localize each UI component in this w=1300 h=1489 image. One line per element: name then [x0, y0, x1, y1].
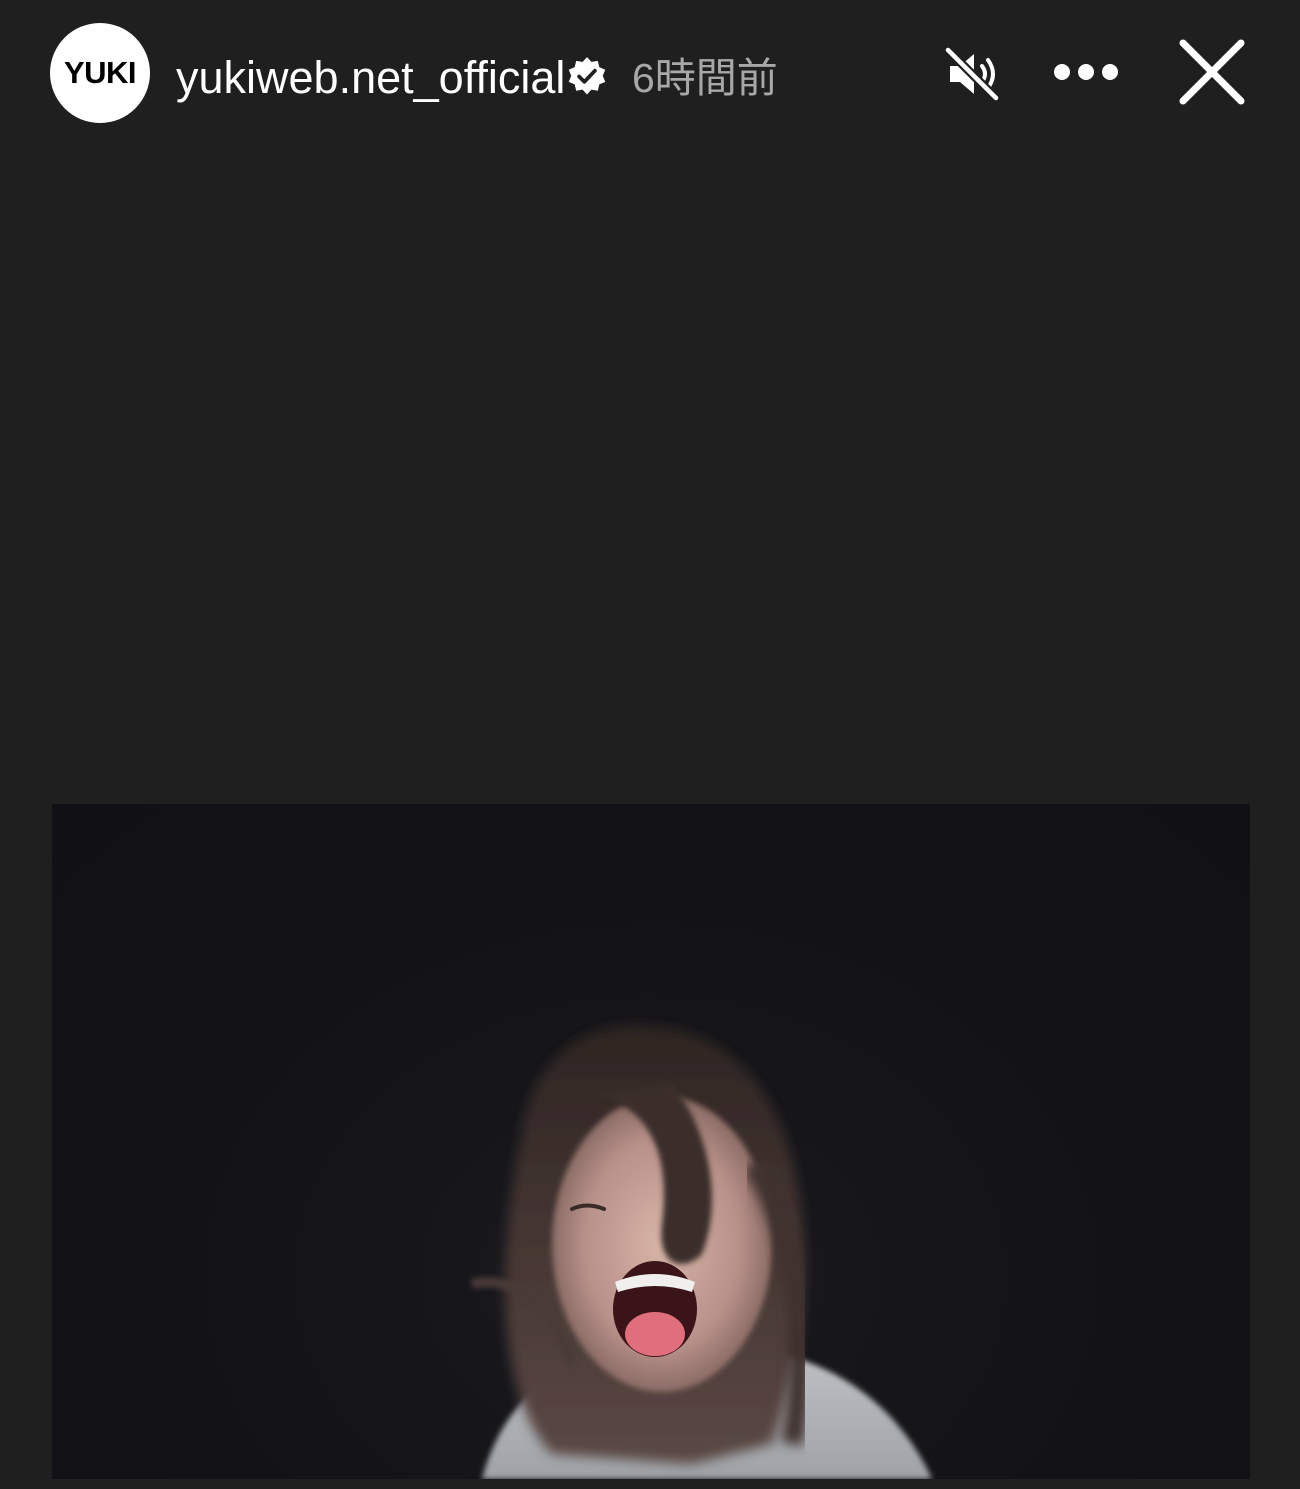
- story-video[interactable]: [52, 804, 1250, 1479]
- avatar[interactable]: YUKI: [50, 23, 150, 123]
- video-frame-person: [470, 1025, 932, 1479]
- story-viewer: YUKI yukiweb.net_official 6時間前: [0, 0, 1300, 1489]
- story-timestamp: 6時間前: [632, 55, 778, 101]
- story-header: YUKI yukiweb.net_official 6時間前: [0, 0, 1300, 150]
- more-horizontal-icon: [1051, 62, 1121, 87]
- speaker-muted-icon: [942, 45, 1002, 107]
- close-icon: [1177, 37, 1247, 112]
- username-link[interactable]: yukiweb.net_official: [176, 52, 565, 104]
- close-button[interactable]: [1176, 38, 1248, 110]
- avatar-text: YUKI: [63, 55, 137, 90]
- more-options-button[interactable]: [1050, 52, 1122, 96]
- mute-button[interactable]: [940, 45, 1004, 107]
- verified-badge-icon: [566, 55, 608, 97]
